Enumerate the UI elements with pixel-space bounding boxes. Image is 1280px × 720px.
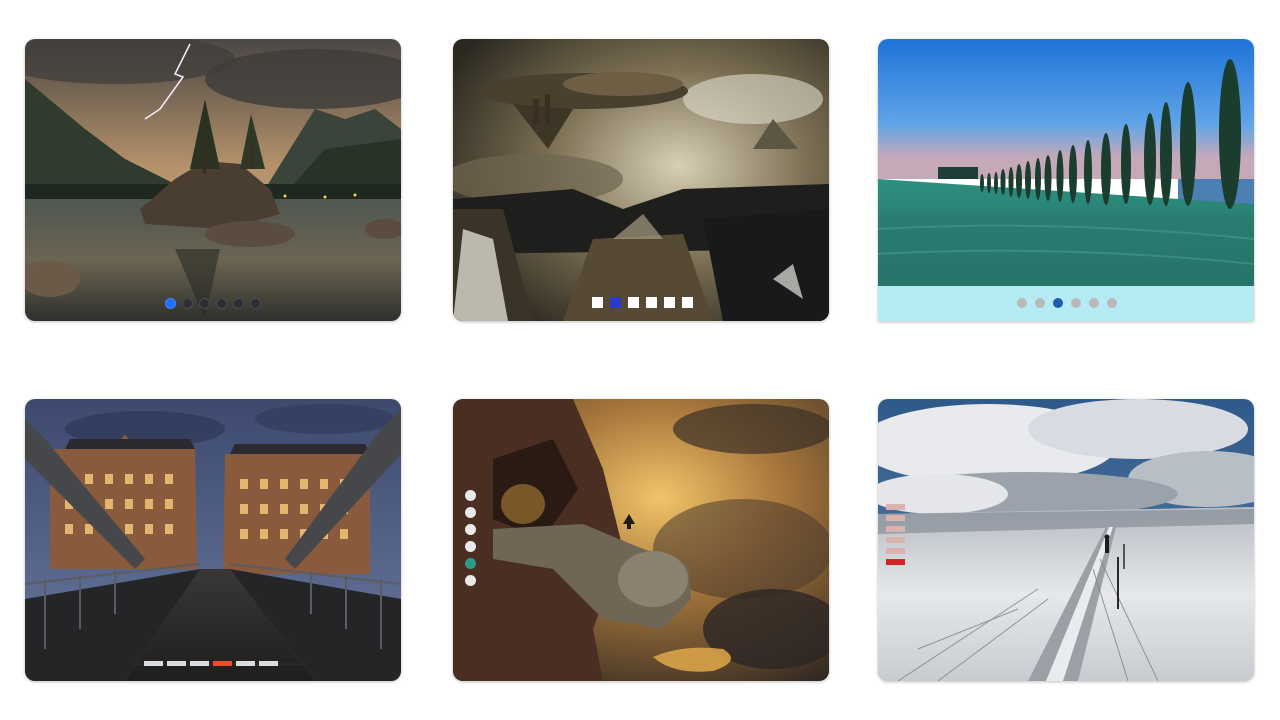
slide-dot-1[interactable] <box>1017 298 1027 308</box>
slide-dot-6[interactable] <box>682 297 693 308</box>
slide-dot-6[interactable] <box>465 575 476 586</box>
slider-card-bridge[interactable] <box>25 399 401 681</box>
slide-dot-3[interactable] <box>628 297 639 308</box>
slide-indicators <box>1017 298 1117 308</box>
slide-dot-2[interactable] <box>610 297 621 308</box>
slide-dot-1[interactable] <box>592 297 603 308</box>
slide-indicators <box>886 504 905 565</box>
bridge-photo <box>25 399 401 681</box>
slide-indicators <box>165 298 261 309</box>
slide-dot-5[interactable] <box>233 298 244 309</box>
slide-dot-2[interactable] <box>886 515 905 521</box>
slide-dot-3[interactable] <box>199 298 210 309</box>
slide-indicators <box>144 661 278 666</box>
slide-dot-2[interactable] <box>465 507 476 518</box>
slide-dot-4[interactable] <box>213 661 232 666</box>
slide-dot-6[interactable] <box>259 661 278 666</box>
slide-dot-5[interactable] <box>664 297 675 308</box>
slide-dot-4[interactable] <box>1071 298 1081 308</box>
slider-card-fantasy[interactable] <box>453 39 829 321</box>
slider-card-lion[interactable] <box>453 399 829 681</box>
slide-dot-5[interactable] <box>1089 298 1099 308</box>
slide-dot-1[interactable] <box>465 490 476 501</box>
slide-dot-6[interactable] <box>250 298 261 309</box>
slide-indicators <box>592 297 693 308</box>
slide-dot-1[interactable] <box>144 661 163 666</box>
slide-dot-4[interactable] <box>216 298 227 309</box>
lion-cliff-photo <box>453 399 829 681</box>
lake-photo <box>25 39 401 321</box>
slide-dot-4[interactable] <box>465 541 476 552</box>
slide-dot-4[interactable] <box>646 297 657 308</box>
slide-dot-1[interactable] <box>886 504 905 510</box>
snow-road-photo <box>878 399 1254 681</box>
slide-dot-5[interactable] <box>236 661 255 666</box>
slide-dot-3[interactable] <box>465 524 476 535</box>
slider-card-snow[interactable] <box>878 399 1254 681</box>
slide-dot-5[interactable] <box>465 558 476 569</box>
slide-dot-4[interactable] <box>886 537 905 543</box>
slide-indicators <box>465 490 476 586</box>
slider-card-lake[interactable] <box>25 39 401 321</box>
slide-dot-5[interactable] <box>886 548 905 554</box>
slide-dot-6[interactable] <box>1107 298 1117 308</box>
slider-card-cypress[interactable] <box>878 39 1254 321</box>
fantasy-photo <box>453 39 829 321</box>
slide-dot-3[interactable] <box>190 661 209 666</box>
slide-dot-3[interactable] <box>886 526 905 532</box>
slide-dot-1[interactable] <box>165 298 176 309</box>
slide-dot-2[interactable] <box>1035 298 1045 308</box>
slide-dot-6[interactable] <box>886 559 905 565</box>
cypress-photo <box>878 39 1254 286</box>
slide-dot-3[interactable] <box>1053 298 1063 308</box>
slide-dot-2[interactable] <box>167 661 186 666</box>
slide-dot-2[interactable] <box>182 298 193 309</box>
